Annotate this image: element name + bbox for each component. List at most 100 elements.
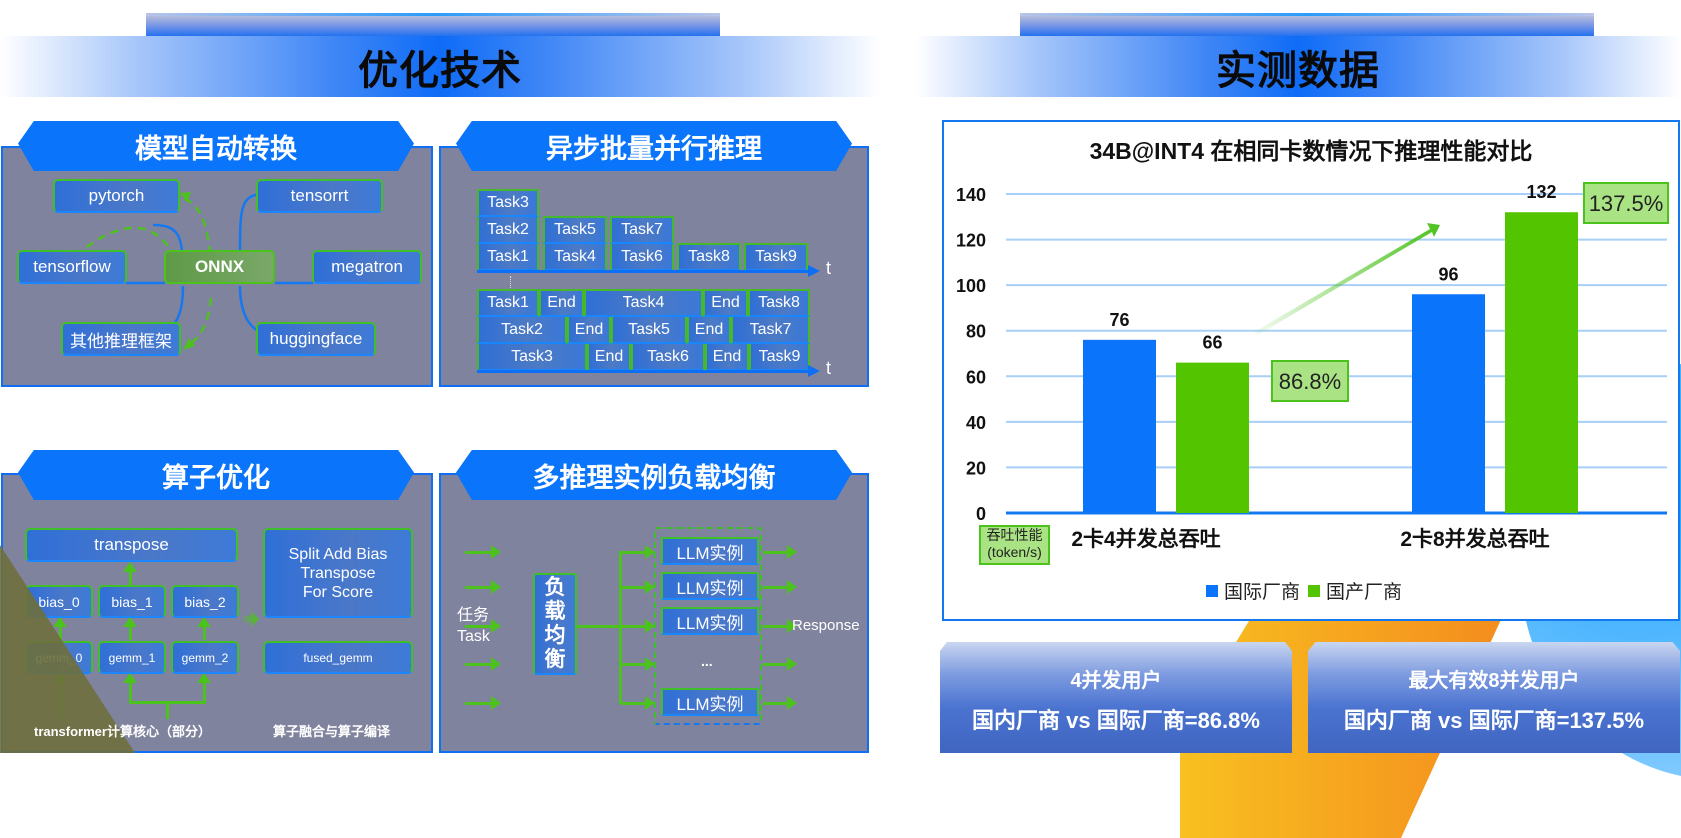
ratio-annotation-label: 86.8%	[1279, 369, 1341, 394]
chart-container: 34B@INT4 在相同卡数情况下推理性能对比 0 20 40 60 80 100 120 1…	[942, 120, 1680, 621]
llm-instance: LLM实例	[661, 572, 759, 600]
task-block: End	[539, 289, 584, 317]
y-tick-label: 140	[956, 185, 986, 205]
separator-dots	[510, 276, 511, 288]
panel-load-balance-title: 多推理实例负载均衡	[456, 450, 852, 500]
dispatch-arrow-icon	[621, 619, 655, 633]
task-block: Task8	[748, 289, 810, 317]
node-other-frameworks: 其他推理框架	[61, 322, 181, 356]
response-arrow-icon	[763, 545, 797, 559]
dispatch-arrow-icon	[621, 657, 655, 671]
task-label-en: Task	[457, 628, 490, 645]
merge-line	[166, 701, 169, 719]
task-block: Task2	[477, 317, 567, 344]
input-arrow-icon	[465, 696, 501, 710]
response-label: Response	[792, 617, 860, 634]
node-huggingface: huggingface	[256, 322, 376, 356]
task-block: End	[703, 289, 748, 317]
task-block: Task7	[610, 216, 674, 244]
y-tick-label: 120	[956, 231, 986, 251]
legend-swatch-international	[1206, 584, 1218, 597]
card-value: 国内厂商 vs 国际厂商=86.8%	[972, 708, 1260, 733]
panel-operator-title: 算子优化	[18, 450, 414, 500]
node-bias-2: bias_2	[171, 585, 239, 618]
fused-line: Split Add Bias	[288, 545, 388, 563]
task-block: Task6	[610, 244, 674, 271]
task-block: Task1	[477, 289, 539, 317]
arrow-up-icon	[123, 673, 137, 703]
caption-fusion: 算子融合与算子编译	[273, 724, 391, 739]
node-gemm-1: gemm_1	[98, 641, 166, 674]
fused-line: For Score	[302, 583, 374, 601]
caption-transformer-core: transformer计算核心（部分）	[34, 724, 211, 739]
task-block: Task9	[744, 243, 808, 271]
task-block: End	[705, 344, 749, 371]
y-tick-label: 20	[966, 458, 986, 478]
task-block: End	[687, 317, 731, 344]
response-arrow-icon	[763, 657, 797, 671]
right-section-title: 实测数据	[1216, 48, 1380, 93]
y-axis-label-line: (token/s)	[987, 544, 1042, 560]
llm-instance-ellipsis: ...	[701, 653, 713, 669]
node-tensorflow: tensorflow	[17, 250, 127, 284]
ratio-annotation-label: 137.5%	[1589, 191, 1664, 216]
bar	[1505, 212, 1578, 513]
card-value: 国内厂商 vs 国际厂商=137.5%	[1343, 708, 1645, 733]
input-arrow-icon	[465, 657, 501, 671]
panel-load-balance: 任务 Task 负 载 均 衡 LLM实例 LLM实例 LLM实例 ... LL…	[439, 473, 869, 753]
dispatch-arrow-icon	[621, 696, 655, 710]
y-tick-label: 0	[976, 504, 986, 524]
response-arrow-icon	[763, 696, 797, 710]
card-title: 最大有效8并发用户	[1408, 670, 1580, 692]
dispatch-arrow-icon	[621, 545, 655, 559]
y-tick-label: 40	[966, 413, 986, 433]
left-section-glow	[146, 13, 720, 37]
task-block: Task4	[584, 289, 703, 317]
x-category-label: 2卡8并发总吞吐	[1400, 527, 1549, 551]
node-pytorch: pytorch	[53, 179, 180, 213]
bar-value-label: 132	[1526, 182, 1556, 202]
node-fused-top: Split Add Bias Transpose For Score	[263, 528, 413, 618]
card-title: 4并发用户	[1070, 670, 1162, 692]
task-block: Task1	[477, 244, 539, 271]
arrow-up-icon	[123, 562, 137, 585]
y-tick-label: 100	[956, 276, 986, 296]
task-block: Task4	[543, 244, 607, 271]
bar-value-label: 66	[1202, 333, 1222, 353]
arrow-up-icon	[197, 617, 211, 640]
llm-instance: LLM实例	[661, 688, 759, 716]
left-section-header: 优化技术	[0, 36, 880, 97]
balancer-char: 负	[544, 576, 566, 599]
llm-instance: LLM实例	[661, 607, 759, 635]
task-block: Task3	[477, 189, 539, 217]
arrow-up-icon	[123, 617, 137, 640]
bar	[1083, 339, 1156, 513]
balancer-char: 载	[544, 600, 566, 623]
task-block: Task5	[611, 317, 687, 344]
task-block: Task8	[677, 243, 741, 271]
fused-line: Transpose	[300, 564, 376, 582]
node-fused-gemm: fused_gemm	[263, 641, 413, 674]
task-block: Task9	[749, 344, 810, 371]
time-axis-label: t	[826, 358, 832, 378]
y-axis-label-box: 吞吐性能 (token/s)	[979, 525, 1050, 565]
dispatch-arrow-icon	[621, 580, 655, 594]
llm-instance: LLM实例	[661, 537, 759, 565]
load-balancer-box: 负 载 均 衡	[533, 573, 577, 675]
bar	[1412, 294, 1485, 513]
dispatch-line	[577, 625, 621, 628]
input-arrow-icon	[465, 545, 501, 559]
chart-legend: 国际厂商 国产厂商	[1206, 577, 1402, 604]
node-gemm-2: gemm_2	[171, 641, 239, 674]
y-tick-label: 60	[966, 367, 986, 387]
right-section-header: 实测数据	[915, 36, 1681, 97]
summary-card-8-users: 最大有效8并发用户 国内厂商 vs 国际厂商=137.5%	[1308, 642, 1680, 753]
y-axis-label-line: 吞吐性能	[986, 527, 1043, 543]
node-onnx: ONNX	[164, 250, 275, 284]
bar-value-label: 96	[1438, 264, 1458, 284]
arrow-up-icon	[197, 673, 211, 703]
balancer-char: 衡	[544, 648, 566, 671]
task-block: End	[567, 317, 611, 344]
time-axis-bottom	[477, 365, 820, 377]
time-axis-label: t	[826, 258, 832, 278]
